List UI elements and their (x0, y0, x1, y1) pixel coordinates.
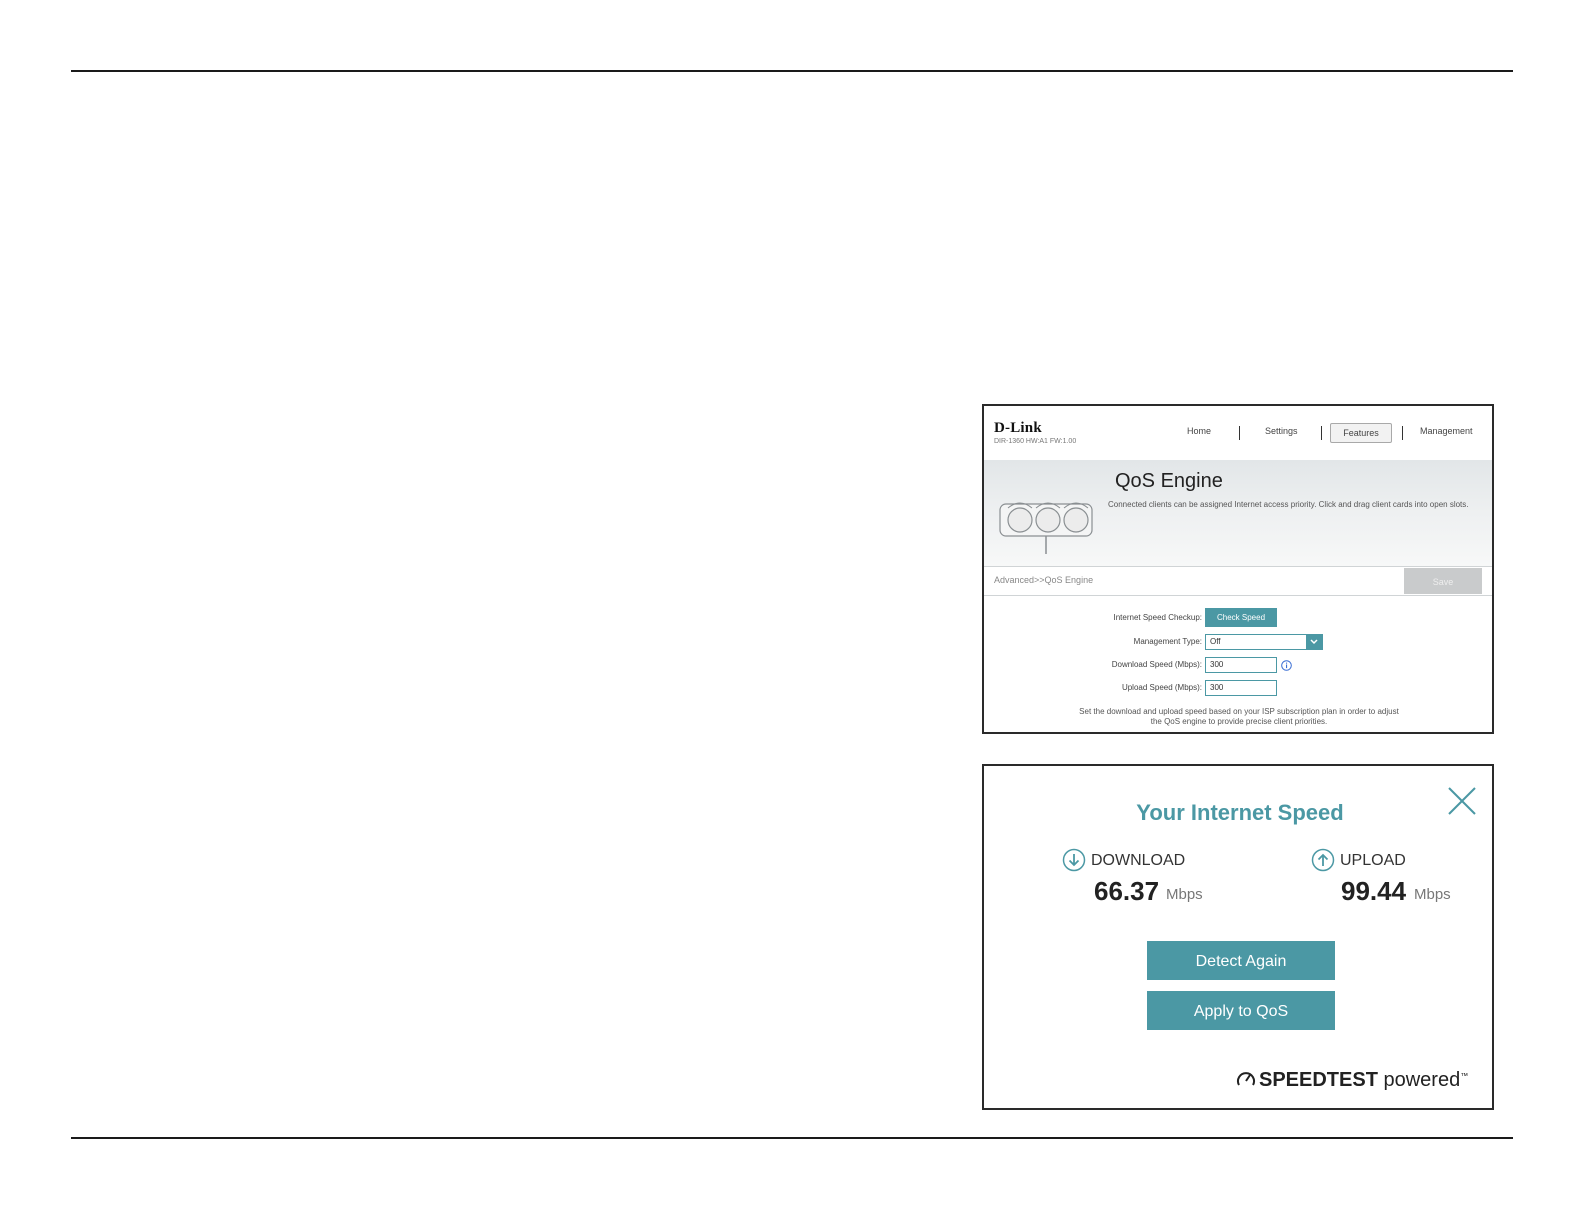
speed-note: Set the download and upload speed based … (1044, 707, 1434, 727)
save-button[interactable]: Save (1404, 568, 1482, 594)
dialog-title: Your Internet Speed (1136, 800, 1344, 825)
upload-arrow-icon (1311, 848, 1335, 872)
breadcrumb-bar: Advanced>>QoS Engine Save (984, 566, 1492, 596)
download-value: 66.37 (1094, 876, 1160, 906)
download-label: DOWNLOAD (1091, 852, 1186, 869)
detect-again-button[interactable]: Detect Again (1147, 941, 1335, 980)
download-speed-label: Download Speed (Mbps): (1111, 660, 1202, 669)
nav-separator (1321, 426, 1322, 440)
page-description: Connected clients can be assigned Intern… (1108, 500, 1469, 509)
download-arrow-icon (1062, 848, 1086, 872)
check-speed-button[interactable]: Check Speed (1205, 608, 1277, 627)
breadcrumb: Advanced>>QoS Engine (994, 575, 1094, 585)
upload-label: UPLOAD (1340, 852, 1406, 869)
internet-speed-dialog: Your Internet Speed DOWNLOAD 66.37 Mbps … (982, 764, 1494, 1110)
bottom-rule (71, 1137, 1513, 1139)
speedtest-brand: SPEEDTEST (1259, 1069, 1378, 1091)
speed-note-line: the QoS engine to provide precise client… (1150, 717, 1328, 726)
nav-features[interactable]: Features (1330, 423, 1392, 443)
powered-word: powered (1383, 1069, 1461, 1091)
upload-speed-label: Upload Speed (Mbps): (1121, 683, 1202, 692)
management-type-value: Off (1210, 637, 1221, 646)
upload-speed-input[interactable]: 300 (1205, 680, 1277, 696)
top-rule (71, 70, 1513, 72)
speedometer-icon (1237, 1072, 1255, 1086)
qos-engine-window: D-Link DIR-1360 HW:A1 FW:1.00 Home Setti… (982, 404, 1494, 734)
upload-unit: Mbps (1414, 886, 1451, 903)
nav-settings[interactable]: Settings (1265, 426, 1298, 436)
nav-home[interactable]: Home (1187, 426, 1211, 436)
trademark-mark: ™ (1460, 1071, 1469, 1081)
speedtest-powered-logo: SPEEDTEST powered™ (1236, 1069, 1468, 1092)
close-icon[interactable] (1447, 786, 1477, 816)
traffic-lights-icon (999, 502, 1093, 554)
management-type-select[interactable]: Off (1205, 634, 1323, 650)
header: D-Link DIR-1360 HW:A1 FW:1.00 Home Setti… (984, 406, 1492, 460)
info-icon[interactable] (1281, 660, 1292, 671)
dlink-logo: D-Link (994, 420, 1042, 436)
nav-management[interactable]: Management (1420, 426, 1473, 436)
model-info: DIR-1360 HW:A1 FW:1.00 (994, 438, 1077, 445)
speed-note-line: Set the download and upload speed based … (1079, 707, 1399, 716)
nav-separator (1239, 426, 1240, 440)
management-type-label: Management Type: (1133, 637, 1202, 646)
speed-checkup-label: Internet Speed Checkup: (1113, 613, 1202, 622)
chevron-down-icon (1306, 635, 1322, 649)
upload-value: 99.44 (1341, 876, 1407, 906)
nav-separator (1402, 426, 1403, 440)
download-speed-input[interactable]: 300 (1205, 657, 1277, 673)
page-banner: QoS Engine Connected clients can be assi… (984, 460, 1492, 566)
apply-to-qos-button[interactable]: Apply to QoS (1147, 991, 1335, 1030)
download-unit: Mbps (1166, 886, 1203, 903)
page-title: QoS Engine (1115, 470, 1223, 492)
